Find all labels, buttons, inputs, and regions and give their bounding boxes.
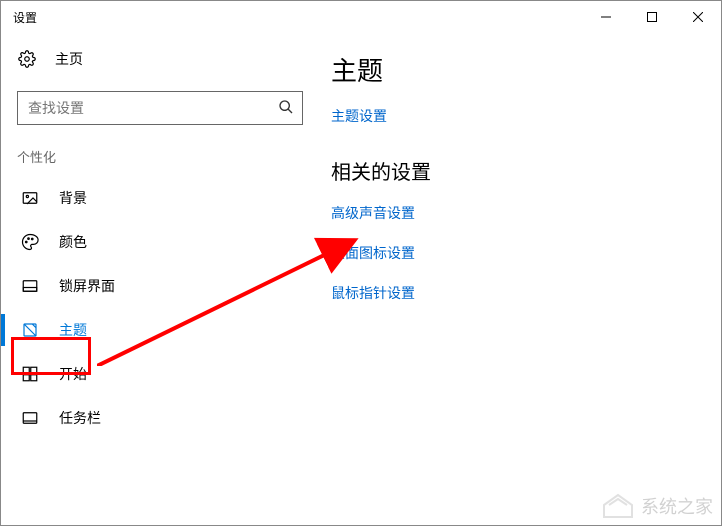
search-input[interactable] [17, 91, 303, 125]
main-panel: 主题 主题设置 相关的设置 高级声音设置 桌面图标设置 鼠标指针设置 [311, 33, 721, 525]
start-icon [21, 365, 39, 383]
section-title-related: 相关的设置 [331, 156, 701, 185]
link-advanced-sound[interactable]: 高级声音设置 [331, 203, 701, 223]
search-field[interactable] [28, 100, 278, 116]
home-label: 主页 [55, 49, 83, 69]
window-controls [583, 1, 721, 33]
taskbar-icon [21, 409, 39, 427]
link-desktop-icon-settings[interactable]: 桌面图标设置 [331, 243, 701, 263]
home-button[interactable]: 主页 [1, 41, 311, 77]
sidebar-item-taskbar[interactable]: 任务栏 [1, 396, 311, 440]
gear-icon [17, 49, 37, 69]
category-label: 个性化 [1, 143, 311, 176]
palette-icon [21, 233, 39, 251]
sidebar-item-lockscreen[interactable]: 锁屏界面 [1, 264, 311, 308]
link-theme-settings[interactable]: 主题设置 [331, 106, 701, 126]
sidebar-item-colors[interactable]: 颜色 [1, 220, 311, 264]
nav-label: 锁屏界面 [59, 276, 115, 296]
nav-label: 颜色 [59, 232, 87, 252]
sidebar-item-themes[interactable]: 主题 [1, 308, 311, 352]
sidebar: 主页 个性化 背景 颜色 锁屏界面 [1, 33, 311, 525]
sidebar-item-start[interactable]: 开始 [1, 352, 311, 396]
theme-icon [21, 321, 39, 339]
nav-label: 背景 [59, 188, 87, 208]
page-title: 主题 [331, 51, 701, 88]
sidebar-item-background[interactable]: 背景 [1, 176, 311, 220]
nav-label: 主题 [59, 320, 87, 340]
nav-label: 开始 [59, 364, 87, 384]
window-title: 设置 [13, 9, 37, 26]
nav-label: 任务栏 [59, 408, 101, 428]
search-icon [278, 99, 294, 118]
minimize-button[interactable] [583, 1, 629, 33]
maximize-button[interactable] [629, 1, 675, 33]
picture-icon [21, 189, 39, 207]
titlebar: 设置 [1, 1, 721, 33]
lockscreen-icon [21, 277, 39, 295]
close-button[interactable] [675, 1, 721, 33]
link-mouse-pointer[interactable]: 鼠标指针设置 [331, 283, 701, 303]
